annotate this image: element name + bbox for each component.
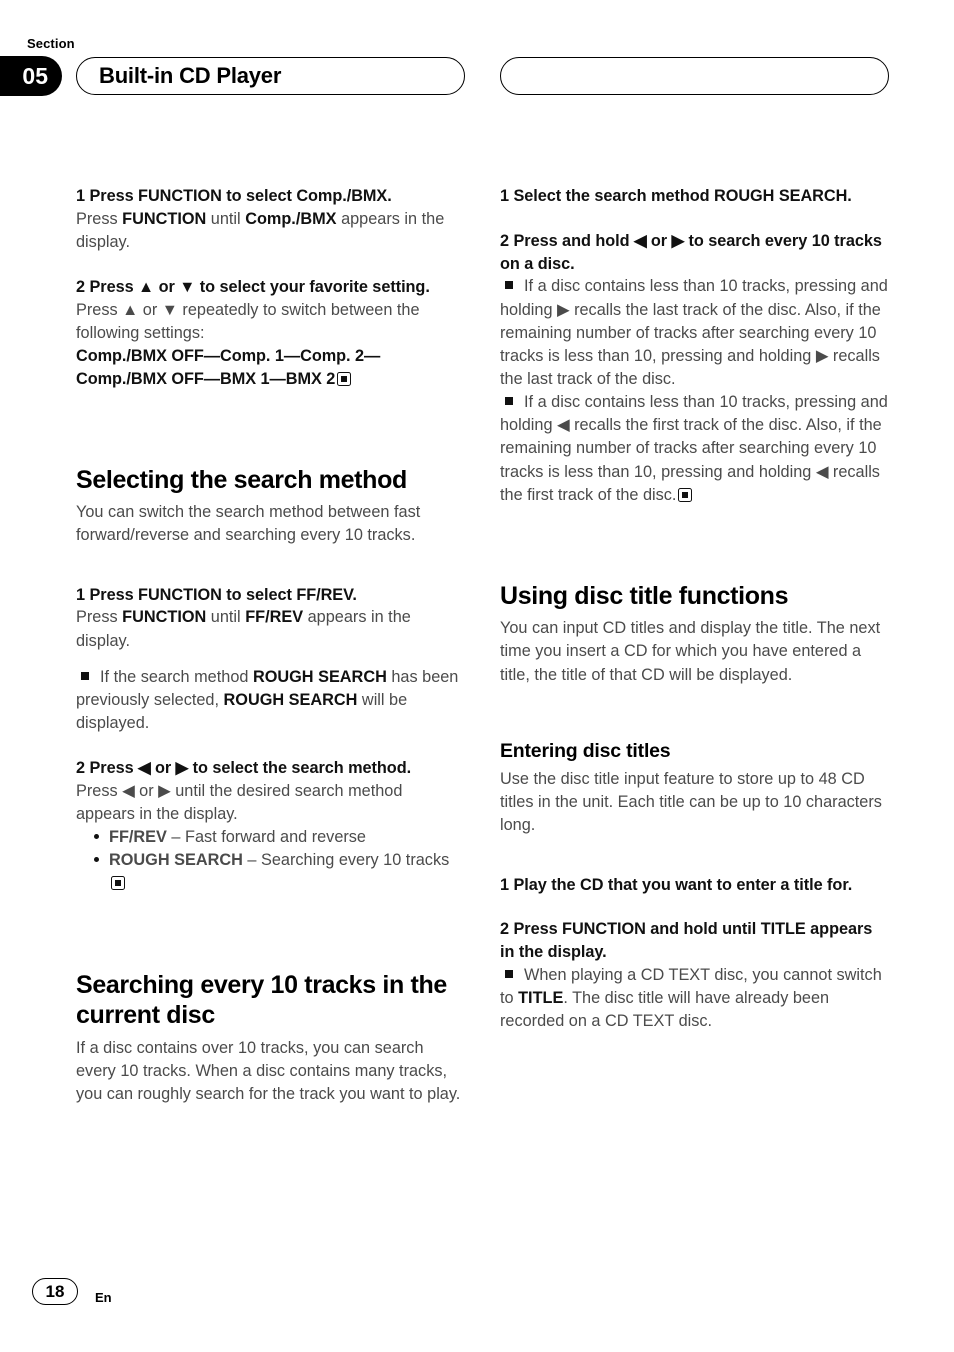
section-heading: Using disc title functions xyxy=(500,581,789,610)
page-header: Section 05 Built-in CD Player xyxy=(0,0,954,110)
page-footer: 18 En xyxy=(0,1262,954,1352)
list-item-desc: – Fast forward and reverse xyxy=(166,828,366,847)
right-column: 1 Select the search method ROUGH SEARCH.… xyxy=(500,185,889,1033)
step-heading: 2 Press FUNCTION and hold until TITLE ap… xyxy=(500,920,873,962)
list-item: ROUGH SEARCH – Searching every 10 tracks xyxy=(76,849,465,895)
end-of-section-icon xyxy=(337,372,352,386)
step-heading: 1 Play the CD that you want to enter a t… xyxy=(500,875,853,894)
page-number: 18 xyxy=(45,1282,65,1301)
square-bullet-icon xyxy=(505,970,513,978)
step-heading: 1 Select the search method ROUGH SEARCH. xyxy=(500,187,852,205)
text-fragment: If the search method xyxy=(100,667,253,686)
text-fragment: Press xyxy=(76,608,123,627)
settings-sequence-line: Comp./BMX OFF—Comp. 1—Comp. 2— xyxy=(76,347,381,366)
step-heading: 2 Press ◀ or ▶ to select the search meth… xyxy=(76,759,412,778)
section-heading: Selecting the search method xyxy=(76,465,407,494)
step-body: Press FUNCTION until FF/REV appears in t… xyxy=(76,606,465,652)
end-of-section-icon xyxy=(111,876,125,891)
list-item-desc: – Searching every 10 tracks xyxy=(242,851,450,870)
keyword: Comp./BMX xyxy=(245,209,337,228)
section-intro: You can input CD titles and display the … xyxy=(500,619,881,684)
keyword: FF/REV xyxy=(245,608,304,627)
note-text: If a disc contains less than 10 tracks, … xyxy=(500,277,888,388)
keyword: FUNCTION xyxy=(122,209,207,228)
note-item: When playing a CD TEXT disc, you cannot … xyxy=(500,964,889,1033)
settings-sequence-line: Comp./BMX OFF—BMX 1—BMX 2 xyxy=(76,368,465,391)
step-body: Press FUNCTION until Comp./BMX appears i… xyxy=(76,208,465,254)
square-bullet-icon xyxy=(505,281,513,290)
chapter-title: Built-in CD Player xyxy=(99,63,282,88)
bullet-dot-icon xyxy=(94,834,99,840)
step-body: Press ▲ or ▼ repeatedly to switch betwee… xyxy=(76,300,420,343)
list-item-term: FF/REV xyxy=(109,828,167,847)
section-number-badge: 05 xyxy=(0,56,62,96)
text-fragment: Press xyxy=(76,209,123,228)
step-body: Press ◀ or ▶ until the desired search me… xyxy=(76,781,403,824)
list-item-term: ROUGH SEARCH xyxy=(109,851,243,870)
section-label: Section xyxy=(27,36,75,51)
bullet-dot-icon xyxy=(94,857,99,863)
page-number-badge: 18 xyxy=(32,1278,78,1305)
step-heading: 1 Press FUNCTION to select Comp./BMX. xyxy=(76,187,392,205)
keyword: ROUGH SEARCH xyxy=(223,690,358,709)
keyword: TITLE xyxy=(518,989,564,1008)
square-bullet-icon xyxy=(81,671,89,680)
subsection-heading: Entering disc titles xyxy=(500,739,671,762)
header-pill-right xyxy=(500,57,889,95)
note-item: If the search method ROUGH SEARCH has be… xyxy=(76,666,465,735)
section-heading: Searching every 10 tracks in the current… xyxy=(76,970,447,1030)
keyword: ROUGH SEARCH xyxy=(252,667,387,686)
keyword: FUNCTION xyxy=(122,608,207,627)
step-heading: 2 Press and hold ◀ or ▶ to search every … xyxy=(500,231,882,273)
left-column: 1 Press FUNCTION to select Comp./BMX. Pr… xyxy=(76,185,465,1106)
step-heading: 2 Press ▲ or ▼ to select your favorite s… xyxy=(76,278,430,297)
text-fragment: until xyxy=(206,209,246,228)
subsection-intro: Use the disc title input feature to stor… xyxy=(500,770,882,835)
section-intro: You can switch the search method between… xyxy=(76,503,421,545)
chapter-title-pill: Built-in CD Player xyxy=(76,57,465,95)
square-bullet-icon xyxy=(505,397,513,406)
end-of-section-icon xyxy=(678,487,693,502)
text-fragment: Comp./BMX OFF—BMX 1—BMX 2 xyxy=(76,370,336,388)
text-fragment: until xyxy=(206,608,246,627)
step-heading: 1 Press FUNCTION to select FF/REV. xyxy=(76,585,357,604)
section-intro: If a disc contains over 10 tracks, you c… xyxy=(76,1038,461,1103)
note-item: If a disc contains less than 10 tracks, … xyxy=(500,275,889,391)
note-text: If a disc contains less than 10 tracks, … xyxy=(500,393,888,504)
note-item: If a disc contains less than 10 tracks, … xyxy=(500,391,889,507)
list-item: FF/REV – Fast forward and reverse xyxy=(76,826,465,849)
language-code: En xyxy=(95,1290,112,1305)
section-number: 05 xyxy=(22,62,48,89)
search-method-list: FF/REV – Fast forward and reverse ROUGH … xyxy=(76,826,465,895)
